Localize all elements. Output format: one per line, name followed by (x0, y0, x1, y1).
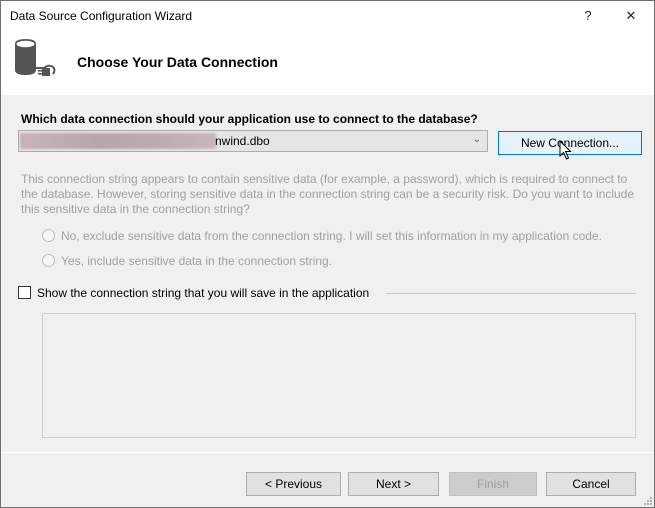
radio-circle[interactable] (42, 229, 55, 242)
mouse-cursor-icon (559, 140, 572, 160)
wizard-window: Data Source Configuration Wizard ? ✕ Cho… (0, 0, 655, 508)
finish-button: Finish (449, 472, 537, 496)
redacted-server-name (20, 133, 216, 149)
group-divider (386, 293, 636, 294)
previous-button[interactable]: < Previous (246, 472, 341, 496)
checkbox-label: Show the connection string that you will… (37, 286, 370, 300)
cancel-button[interactable]: Cancel (546, 472, 636, 496)
radio-label: Yes, include sensitive data in the conne… (61, 254, 333, 268)
show-connection-string-checkbox[interactable]: Show the connection string that you will… (18, 286, 369, 300)
chevron-down-icon[interactable]: ⌄ (471, 134, 483, 148)
close-button[interactable]: ✕ (611, 1, 651, 31)
connection-question: Which data connection should your applic… (21, 112, 478, 126)
exclude-sensitive-radio[interactable]: No, exclude sensitive data from the conn… (42, 229, 602, 243)
connection-string-box (42, 313, 636, 438)
page-title: Choose Your Data Connection (77, 54, 278, 70)
footer-separator (1, 452, 654, 453)
help-button[interactable]: ? (568, 1, 608, 31)
connection-value: nwind.dbo (215, 134, 270, 148)
connection-dropdown[interactable]: nwind.dbo ⌄ (18, 130, 488, 152)
window-title: Data Source Configuration Wizard (10, 9, 193, 23)
resize-grip-icon[interactable] (644, 497, 652, 505)
title-bar: Data Source Configuration Wizard ? ✕ (1, 1, 654, 31)
radio-circle[interactable] (42, 254, 55, 267)
checkbox[interactable] (18, 286, 31, 299)
radio-label: No, exclude sensitive data from the conn… (61, 229, 602, 243)
next-button[interactable]: Next > (348, 472, 439, 496)
sensitive-data-message: This connection string appears to contai… (21, 172, 635, 216)
database-plug-icon (15, 39, 56, 76)
include-sensitive-radio[interactable]: Yes, include sensitive data in the conne… (42, 254, 332, 268)
wizard-header: Choose Your Data Connection (1, 31, 654, 95)
